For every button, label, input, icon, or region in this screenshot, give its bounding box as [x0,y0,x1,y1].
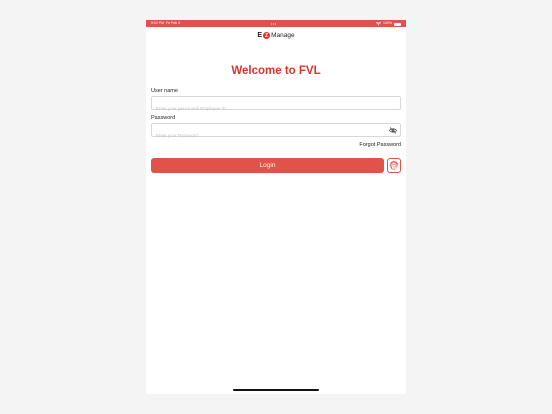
logo-text: Manage [271,32,295,39]
wifi-icon [376,21,382,25]
password-input[interactable] [152,129,382,142]
status-indicators: 100% [376,20,401,27]
password-field-container [151,123,401,142]
username-label: User name [151,88,178,94]
password-label: Password [151,115,176,121]
battery-icon [394,23,401,26]
battery-percentage: 100% [383,21,392,25]
logo-letter-e: E [257,32,263,39]
logo-badge: Z [263,32,271,39]
username-input[interactable] [152,102,382,115]
status-bar: 9:52 PM Fri Feb 3 ••• 100% [146,20,406,27]
username-field-container [151,96,401,115]
biometric-login-button[interactable] [387,158,401,173]
home-indicator[interactable] [233,389,319,391]
status-time: 9:52 PM [151,21,165,25]
page-title: Welcome to FVL [231,65,321,77]
login-button[interactable]: Login [151,158,384,173]
multitasking-dots[interactable]: ••• [271,20,277,27]
ezmanage-logo: E Z Manage [146,32,406,39]
app-screen: 9:52 PM Fri Feb 3 ••• 100% E Z Manage We… [146,20,406,394]
forgot-password-link[interactable]: Forgot Password [359,142,401,148]
status-time-date: 9:52 PM Fri Feb 3 [151,20,180,27]
eye-off-icon[interactable] [389,127,397,134]
status-date: Fri Feb 3 [166,21,181,25]
fingerprint-icon [389,161,399,171]
